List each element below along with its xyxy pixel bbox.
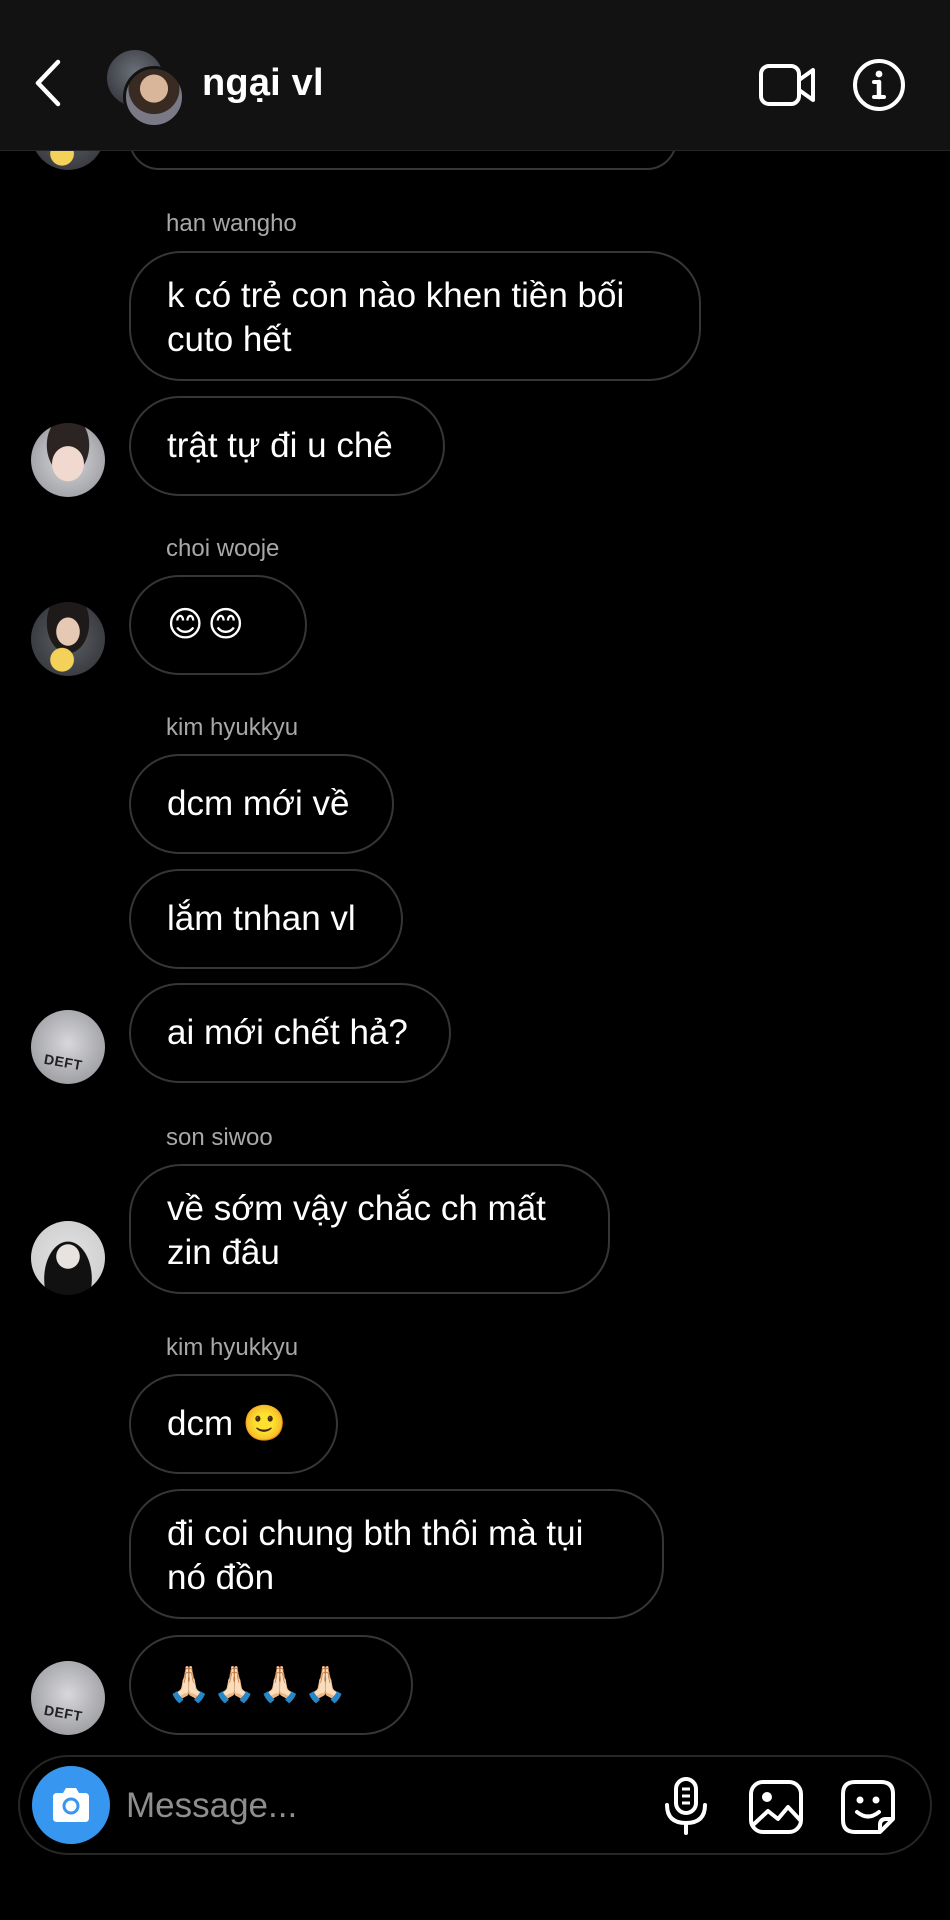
sender-name: kim hyukkyu	[166, 714, 299, 741]
message-bubble[interactable]: dcm mới về	[129, 754, 394, 854]
avatar[interactable]	[31, 1221, 105, 1295]
sender-name: han wangho	[166, 210, 297, 237]
avatar	[123, 66, 185, 128]
microphone-icon[interactable]	[662, 1777, 710, 1835]
camera-icon[interactable]	[32, 1766, 110, 1844]
chevron-left-icon[interactable]	[30, 58, 70, 108]
message-bubble[interactable]: 🙏🏻🙏🏻🙏🏻🙏🏻	[129, 1635, 413, 1735]
info-icon[interactable]	[852, 58, 906, 112]
chat-screen: han wangho k có trẻ con nào khen tiền bố…	[0, 0, 950, 1920]
message-bubble[interactable]: đi coi chung bth thôi mà tụi nó đồn	[129, 1489, 664, 1619]
avatar[interactable]: DEFT	[31, 1661, 105, 1735]
video-camera-icon[interactable]	[758, 60, 816, 110]
message-thread[interactable]: han wangho k có trẻ con nào khen tiền bố…	[0, 0, 950, 1920]
message-bubble[interactable]: lắm tnhan vl	[129, 869, 403, 969]
avatar[interactable]: DEFT	[31, 1010, 105, 1084]
message-bubble[interactable]: trật tự đi u chê	[129, 396, 445, 496]
message-composer	[18, 1755, 932, 1855]
message-bubble[interactable]: k có trẻ con nào khen tiền bối cuto hết	[129, 251, 701, 381]
message-bubble[interactable]: 😊😊	[129, 575, 307, 675]
message-bubble[interactable]: dcm 🙂	[129, 1374, 338, 1474]
sticker-icon[interactable]	[840, 1779, 896, 1835]
avatar-deft-text: DEFT	[42, 1050, 84, 1074]
sender-name: son siwoo	[166, 1124, 273, 1151]
avatar[interactable]	[31, 602, 105, 676]
message-bubble[interactable]: về sớm vậy chắc ch mất zin đâu	[129, 1164, 610, 1294]
sender-name: kim hyukkyu	[166, 1334, 299, 1361]
sender-name: choi wooje	[166, 535, 280, 562]
message-bubble[interactable]: ai mới chết hả?	[129, 983, 451, 1083]
chat-header: ngại vl	[0, 0, 950, 151]
message-input[interactable]	[124, 1779, 548, 1833]
avatar-deft-text: DEFT	[42, 1701, 84, 1725]
avatar[interactable]	[31, 423, 105, 497]
image-gallery-icon[interactable]	[748, 1779, 804, 1835]
group-avatar[interactable]	[105, 48, 185, 128]
chat-title[interactable]: ngại vl	[202, 62, 324, 105]
